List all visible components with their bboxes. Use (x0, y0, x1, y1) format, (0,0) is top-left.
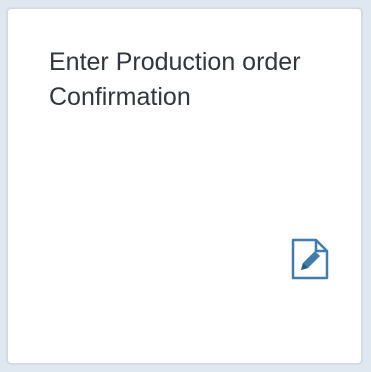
edit-document-icon (290, 237, 330, 281)
tile-title: Enter Production order Confirmation (49, 48, 301, 111)
app-launch-tile[interactable]: Enter Production order Confirmation (7, 8, 362, 364)
